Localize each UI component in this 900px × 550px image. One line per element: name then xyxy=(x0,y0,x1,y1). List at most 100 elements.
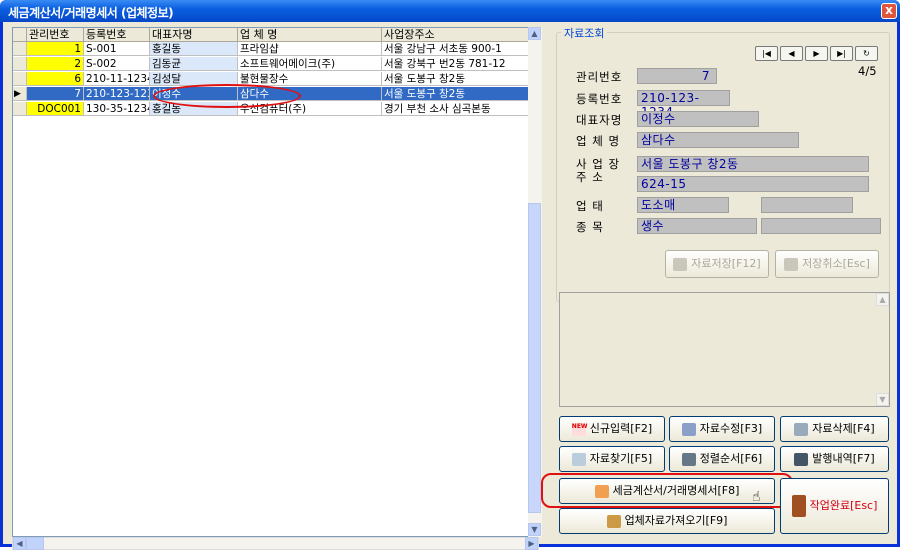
edit-button[interactable]: 자료수정[F3] xyxy=(669,416,775,442)
col-header-address[interactable]: 사업장주소 xyxy=(382,28,540,42)
new-entry-button[interactable]: NEW 신규입력[F2] xyxy=(559,416,665,442)
grid-cell-mgmt[interactable]: 1 xyxy=(27,42,84,56)
grid-cell-indicator[interactable]: ▶ xyxy=(13,87,27,101)
sort-button[interactable]: 정렬순서[F6] xyxy=(669,446,775,472)
field-address-1[interactable]: 서울 도봉구 창2동 xyxy=(637,156,869,172)
grid-cell-indicator[interactable] xyxy=(13,72,27,86)
field-company[interactable]: 삼다수 xyxy=(637,132,799,148)
label-reg: 등록번호 xyxy=(576,92,623,106)
label-biz: 업 태 xyxy=(576,199,604,213)
window-title: 세금계산서/거래명세서 (업체정보) xyxy=(8,6,174,20)
field-item-1[interactable]: 생수 xyxy=(637,218,757,234)
grid-horizontal-scrollbar[interactable]: ◀ ▶ xyxy=(12,537,539,550)
find-label: 자료찾기[F5] xyxy=(589,452,653,465)
grid-cell-reg[interactable]: 210-11-12345 xyxy=(84,72,150,86)
field-address-2[interactable]: 624-15 xyxy=(637,176,869,192)
grid-cell-address[interactable]: 경기 부천 소사 심곡본동 xyxy=(382,102,540,116)
grid-cell-rep[interactable]: 김동균 xyxy=(150,57,238,71)
first-record-button[interactable]: |◀ xyxy=(755,46,778,61)
grid-cell-address[interactable]: 서울 도봉구 창2동 xyxy=(382,72,540,86)
title-bar[interactable]: 세금계산서/거래명세서 (업체정보) x xyxy=(0,0,900,22)
close-button[interactable]: x xyxy=(881,3,897,19)
grid-cell-address[interactable]: 서울 도봉구 창2동 xyxy=(382,87,540,101)
scroll-up-icon[interactable]: ▲ xyxy=(528,27,541,40)
hscroll-thumb[interactable] xyxy=(26,537,44,550)
label-company: 업 체 명 xyxy=(576,134,621,148)
col-header-company[interactable]: 업 체 명 xyxy=(238,28,382,42)
grid-cell-mgmt[interactable]: 2 xyxy=(27,57,84,71)
edit-icon xyxy=(681,422,696,436)
sort-icon xyxy=(681,452,696,466)
field-reg[interactable]: 210-123-1234 xyxy=(637,90,730,119)
next-record-button[interactable]: ▶ xyxy=(805,46,828,61)
grid-cell-mgmt[interactable]: DOC001 xyxy=(27,102,84,116)
grid-cell-address[interactable]: 서울 강북구 번2동 781-12 xyxy=(382,57,540,71)
grid-vertical-scrollbar[interactable]: ▲ ▼ xyxy=(528,27,542,537)
row-indicator-header xyxy=(13,28,27,42)
import-label: 업체자료가져오기[F9] xyxy=(624,514,728,527)
disk-icon xyxy=(673,257,688,271)
grid-cell-reg[interactable]: 210-123-1234 xyxy=(84,87,150,101)
cancel-save-button[interactable]: 저장취소[Esc] xyxy=(775,250,879,278)
memo-scroll-up-icon[interactable]: ▲ xyxy=(876,293,889,306)
search-icon xyxy=(571,452,586,466)
import-icon xyxy=(606,514,621,528)
grid-cell-indicator[interactable] xyxy=(13,102,27,116)
grid-cell-reg[interactable]: S-002 xyxy=(84,57,150,71)
label-rep: 대표자명 xyxy=(576,113,623,127)
save-button[interactable]: 자료저장[F12] xyxy=(665,250,769,278)
memo-scroll-down-icon[interactable]: ▼ xyxy=(876,393,889,406)
field-biz-2[interactable] xyxy=(761,197,853,213)
history-button[interactable]: 발행내역[F7] xyxy=(780,446,889,472)
find-button[interactable]: 자료찾기[F5] xyxy=(559,446,665,472)
cancel-label: 저장취소[Esc] xyxy=(802,257,870,270)
grid-cell-rep[interactable]: 홍길동 xyxy=(150,42,238,56)
col-header-reg[interactable]: 등록번호 xyxy=(84,28,150,42)
history-label: 발행내역[F7] xyxy=(812,452,875,465)
exit-door-icon xyxy=(791,495,806,517)
scroll-right-icon[interactable]: ▶ xyxy=(525,537,538,550)
client-area: 관리번호 등록번호 대표자명 업 체 명 사업장주소 1 S-001 홍길동 프라임샵… xyxy=(3,22,897,550)
group-title: 자료조회 xyxy=(561,25,608,41)
col-header-rep[interactable]: 대표자명 xyxy=(150,28,238,42)
record-position: 4/5 xyxy=(858,64,877,78)
done-label: 작업완료[Esc] xyxy=(809,499,878,512)
grid-cell-company[interactable]: 불현물장수 xyxy=(238,72,382,86)
memo-area[interactable]: ▲ ▼ xyxy=(559,292,890,407)
main-window: 세금계산서/거래명세서 (업체정보) x 관리번호 등록번호 대표자명 업 체 … xyxy=(0,0,900,550)
sort-label: 정렬순서[F6] xyxy=(699,452,763,465)
grid-cell-reg[interactable]: 130-35-12345 xyxy=(84,102,150,116)
save-label: 자료저장[F12] xyxy=(691,257,761,270)
new-icon: NEW xyxy=(571,422,588,436)
scroll-down-icon[interactable]: ▼ xyxy=(528,523,541,536)
label-mgmt: 관리번호 xyxy=(576,70,623,84)
grid-cell-company[interactable]: 소프트웨어메이크(주) xyxy=(238,57,382,71)
delete-button[interactable]: 자료삭제[F4] xyxy=(780,416,889,442)
field-mgmt[interactable]: 7 xyxy=(637,68,717,84)
refresh-icon[interactable]: ↻ xyxy=(855,46,878,61)
grid-cell-mgmt[interactable]: 6 xyxy=(27,72,84,86)
last-record-button[interactable]: ▶| xyxy=(830,46,853,61)
import-button[interactable]: 업체자료가져오기[F9] xyxy=(559,508,775,534)
delete-icon xyxy=(794,422,809,436)
grid-cell-address[interactable]: 서울 강남구 서초동 900-1 xyxy=(382,42,540,56)
grid-cell-indicator[interactable] xyxy=(13,42,27,56)
history-icon xyxy=(794,452,809,466)
disk-cancel-icon xyxy=(784,257,799,271)
label-address-b: 주 소 xyxy=(576,170,604,184)
col-header-mgmt[interactable]: 관리번호 xyxy=(27,28,84,42)
edit-label: 자료수정[F3] xyxy=(699,422,763,435)
grid-cell-indicator[interactable] xyxy=(13,57,27,71)
prev-record-button[interactable]: ◀ xyxy=(780,46,803,61)
grid-cell-reg[interactable]: S-001 xyxy=(84,42,150,56)
new-entry-label: 신규입력[F2] xyxy=(589,422,653,435)
grid-cell-company[interactable]: 프라임샵 xyxy=(238,42,382,56)
done-button[interactable]: 작업완료[Esc] xyxy=(780,478,889,534)
field-item-2[interactable] xyxy=(761,218,881,234)
grid-cell-mgmt[interactable]: 7 xyxy=(27,87,84,101)
scroll-left-icon[interactable]: ◀ xyxy=(13,537,26,550)
field-biz-1[interactable]: 도소매 xyxy=(637,197,729,213)
field-rep[interactable]: 이정수 xyxy=(637,111,759,127)
scroll-thumb[interactable] xyxy=(528,203,541,513)
label-item: 종 목 xyxy=(576,220,604,234)
